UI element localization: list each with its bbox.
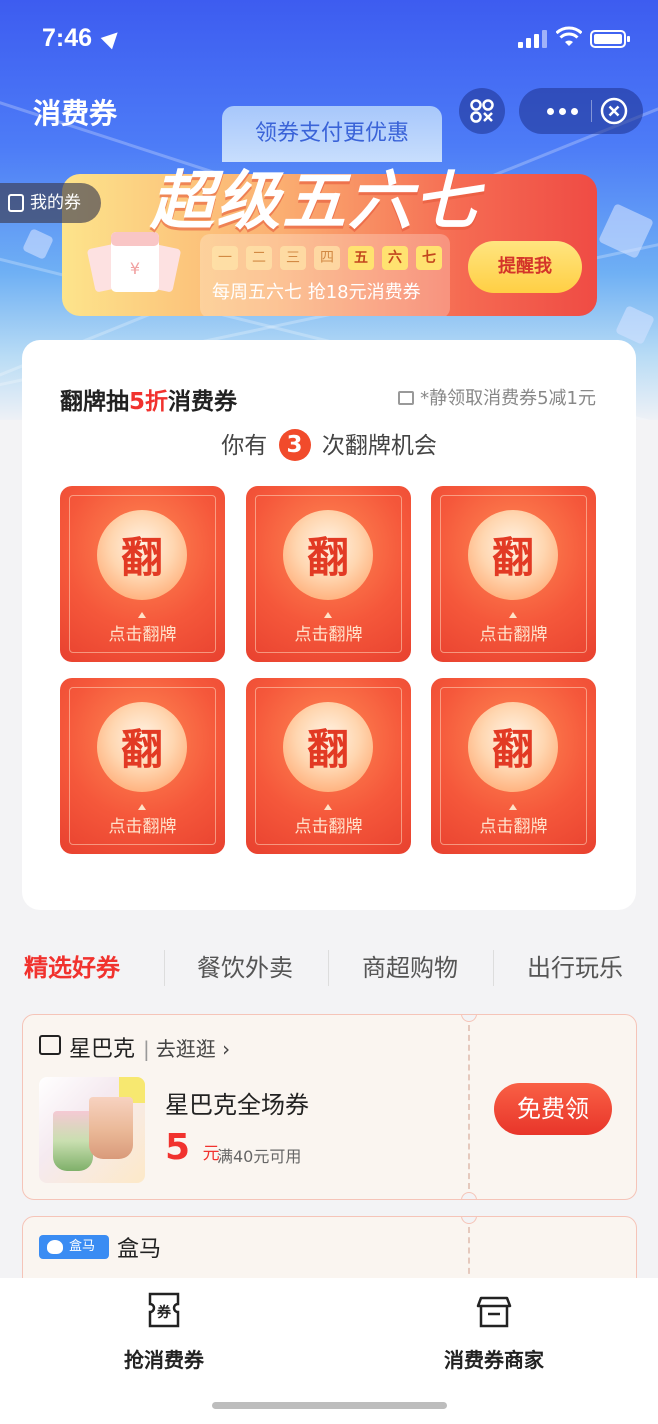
- banner-headline: 超级五六七: [150, 165, 480, 239]
- store-name: 星巴克: [69, 1037, 136, 1062]
- flip-tile-label: 点击翻牌: [479, 625, 548, 645]
- coupon-title: 星巴克全场券: [165, 1091, 309, 1119]
- coupon-icon: [8, 194, 24, 212]
- coupon-condition: 满40元可用: [217, 1147, 302, 1166]
- status-bar: 7:46: [0, 0, 658, 80]
- bottom-navigation: 券 抢消费券 消费券商家: [0, 1278, 658, 1424]
- cellular-signal-icon: [518, 30, 548, 48]
- wifi-icon: [556, 26, 582, 46]
- banner-subtitle: 每周五六七 抢18元消费券: [212, 282, 421, 303]
- price-value: 5: [165, 1127, 191, 1168]
- scan-button[interactable]: [459, 88, 505, 134]
- flip-tile-char: 翻: [306, 725, 349, 774]
- category-tabs: 精选好券 餐饮外卖 商超购物 出行玩乐: [0, 940, 658, 1000]
- svg-text:¥: ¥: [130, 259, 140, 278]
- store-icon: [476, 1296, 512, 1328]
- nav-grab-coupons-label: 抢消费券: [124, 1348, 204, 1372]
- coupon-ticket-icon: 券: [148, 1292, 180, 1328]
- weekday-thu: 四: [314, 246, 340, 270]
- flip-tile[interactable]: 翻 点击翻牌: [60, 486, 225, 662]
- weekday-sat: 六: [382, 246, 408, 270]
- flip-tile-label: 点击翻牌: [294, 625, 363, 645]
- flip-tile[interactable]: 翻 点击翻牌: [431, 678, 596, 854]
- scan-icon: [470, 99, 494, 123]
- home-indicator: [212, 1402, 447, 1409]
- flip-tile[interactable]: 翻 点击翻牌: [246, 486, 411, 662]
- close-icon[interactable]: [599, 96, 629, 126]
- flip-tile-label: 点击翻牌: [479, 817, 548, 837]
- flip-tile-char: 翻: [306, 533, 349, 582]
- flip-tile-label: 点击翻牌: [108, 625, 177, 645]
- flip-tile[interactable]: 翻 点击翻牌: [60, 678, 225, 854]
- more-options-button[interactable]: [537, 98, 587, 124]
- nav-merchants[interactable]: 消费券商家: [394, 1290, 594, 1373]
- chances-prefix: 你有: [221, 433, 268, 459]
- flip-title-prefix: 翻牌抽: [60, 389, 129, 415]
- flip-tile-label: 点击翻牌: [294, 817, 363, 837]
- weekday-wed: 三: [280, 246, 306, 270]
- flip-title: 翻牌抽5折消费券: [60, 382, 237, 416]
- speaker-icon: [398, 391, 415, 405]
- tab-food[interactable]: 餐饮外卖: [197, 940, 293, 1000]
- store-icon: [39, 1035, 61, 1055]
- tab-shopping[interactable]: 商超购物: [362, 940, 458, 1000]
- my-coupons-button[interactable]: 我的券: [0, 183, 101, 223]
- store-name: 盒马: [117, 1237, 162, 1262]
- flip-tile[interactable]: 翻 点击翻牌: [246, 678, 411, 854]
- mini-program-capsule: [519, 88, 643, 134]
- flip-tile-char: 翻: [120, 725, 163, 774]
- page-title: 消费券: [33, 97, 118, 130]
- nav-merchants-label: 消费券商家: [444, 1348, 544, 1372]
- flip-tile[interactable]: 翻 点击翻牌: [431, 486, 596, 662]
- flip-tile-char: 翻: [491, 533, 534, 582]
- battery-icon: [590, 30, 630, 48]
- my-coupons-label: 我的券: [30, 193, 81, 213]
- status-time: 7:46: [42, 24, 93, 52]
- tab-travel[interactable]: 出行玩乐: [527, 940, 623, 1000]
- flip-tile-char: 翻: [120, 533, 163, 582]
- chances-count: 3: [278, 429, 311, 461]
- chances-suffix: 次翻牌机会: [321, 433, 437, 459]
- svg-text:券: 券: [157, 1304, 172, 1321]
- flip-card-section: 翻牌抽5折消费券 *静领取消费券5减1元 你有 3 次翻牌机会 翻 点击翻牌 翻…: [22, 340, 636, 910]
- coupon-price: 5 元: [165, 1127, 220, 1168]
- claim-free-button[interactable]: 免费领: [494, 1083, 612, 1135]
- flip-title-suffix: 消费券: [168, 389, 238, 415]
- weekday-mon: 一: [212, 246, 238, 270]
- hema-logo-badge: 盒马: [39, 1235, 109, 1259]
- weekday-sun: 七: [416, 246, 442, 270]
- tab-featured[interactable]: 精选好券: [24, 940, 120, 1000]
- flip-tile-char: 翻: [491, 725, 534, 774]
- weekday-tue: 二: [246, 246, 272, 270]
- flip-tile-label: 点击翻牌: [108, 817, 177, 837]
- visit-store-link[interactable]: | 去逛逛 ›: [143, 1033, 230, 1062]
- visit-store-label: 去逛逛: [155, 1037, 216, 1061]
- announcement: *静领取消费券5减1元: [398, 384, 596, 410]
- remind-me-button[interactable]: 提醒我: [468, 241, 582, 293]
- weekday-row: 一 二 三 四 五 六 七: [212, 246, 442, 270]
- nav-grab-coupons[interactable]: 券 抢消费券: [64, 1290, 264, 1373]
- flip-title-highlight: 5折: [129, 389, 169, 415]
- coupon-card: 星巴克 | 去逛逛 › 星巴克全场券 5 元 满40元可用 免费领: [22, 1014, 637, 1200]
- location-arrow-icon: [100, 26, 124, 50]
- weekday-fri: 五: [348, 246, 374, 270]
- announcement-text: *静领取消费券5减1元: [420, 388, 596, 409]
- product-image: [39, 1077, 145, 1183]
- flip-chances: 你有 3 次翻牌机会: [22, 426, 636, 461]
